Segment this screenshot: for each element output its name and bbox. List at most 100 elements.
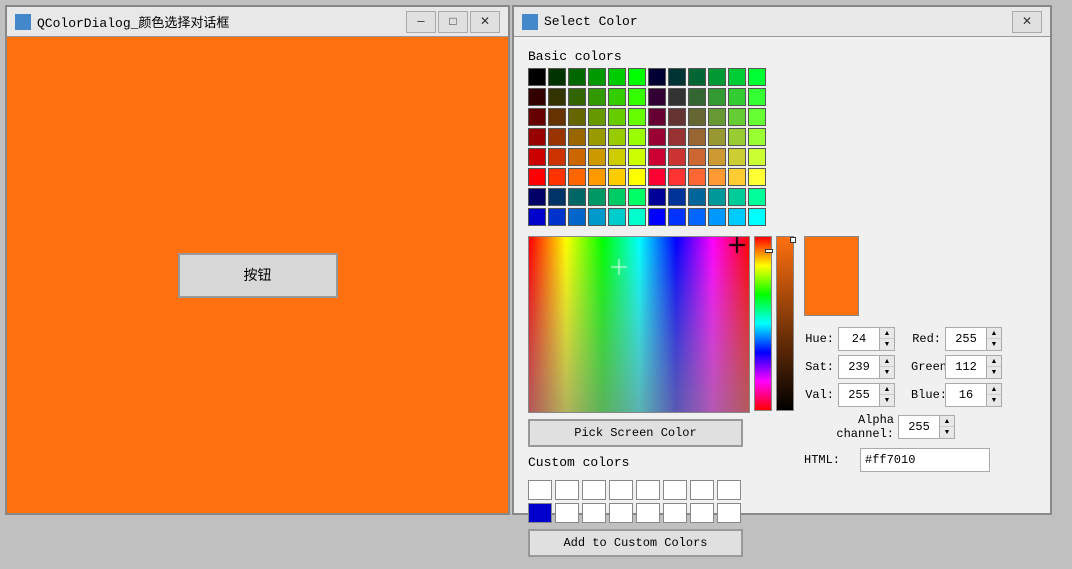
basic-color-swatch[interactable]	[628, 188, 646, 206]
sat-down[interactable]: ▼	[880, 367, 894, 378]
basic-color-swatch[interactable]	[728, 168, 746, 186]
custom-color-swatch[interactable]	[690, 480, 714, 500]
basic-color-swatch[interactable]	[548, 68, 566, 86]
basic-color-swatch[interactable]	[728, 148, 746, 166]
green-down[interactable]: ▼	[987, 367, 1001, 378]
basic-color-swatch[interactable]	[688, 188, 706, 206]
basic-color-swatch[interactable]	[748, 88, 766, 106]
basic-color-swatch[interactable]	[688, 108, 706, 126]
basic-color-swatch[interactable]	[588, 108, 606, 126]
basic-color-swatch[interactable]	[668, 188, 686, 206]
basic-color-swatch[interactable]	[548, 208, 566, 226]
basic-color-swatch[interactable]	[668, 208, 686, 226]
basic-color-swatch[interactable]	[568, 188, 586, 206]
basic-color-swatch[interactable]	[588, 88, 606, 106]
red-input[interactable]	[946, 328, 986, 350]
basic-color-swatch[interactable]	[608, 108, 626, 126]
basic-color-swatch[interactable]	[528, 88, 546, 106]
basic-color-swatch[interactable]	[528, 148, 546, 166]
basic-color-swatch[interactable]	[628, 208, 646, 226]
basic-color-swatch[interactable]	[748, 188, 766, 206]
basic-color-swatch[interactable]	[548, 108, 566, 126]
custom-color-swatch[interactable]	[528, 480, 552, 500]
basic-color-swatch[interactable]	[588, 168, 606, 186]
basic-color-swatch[interactable]	[568, 108, 586, 126]
basic-color-swatch[interactable]	[528, 208, 546, 226]
basic-color-swatch[interactable]	[588, 208, 606, 226]
brightness-bar[interactable]	[776, 236, 794, 411]
pick-screen-button[interactable]: Pick Screen Color	[528, 419, 743, 447]
basic-color-swatch[interactable]	[648, 208, 666, 226]
basic-color-swatch[interactable]	[728, 188, 746, 206]
basic-color-swatch[interactable]	[708, 68, 726, 86]
basic-color-swatch[interactable]	[548, 188, 566, 206]
minimize-button[interactable]: ─	[406, 11, 436, 33]
basic-color-swatch[interactable]	[608, 208, 626, 226]
basic-color-swatch[interactable]	[708, 148, 726, 166]
custom-color-swatch[interactable]	[555, 480, 579, 500]
basic-color-swatch[interactable]	[528, 108, 546, 126]
basic-color-swatch[interactable]	[568, 148, 586, 166]
basic-color-swatch[interactable]	[568, 68, 586, 86]
custom-color-swatch[interactable]	[636, 503, 660, 523]
basic-color-swatch[interactable]	[648, 168, 666, 186]
basic-color-swatch[interactable]	[688, 128, 706, 146]
main-button[interactable]: 按钮	[178, 253, 338, 298]
basic-color-swatch[interactable]	[588, 188, 606, 206]
basic-color-swatch[interactable]	[688, 68, 706, 86]
hue-bar[interactable]	[754, 236, 772, 411]
basic-color-swatch[interactable]	[648, 188, 666, 206]
basic-color-swatch[interactable]	[648, 68, 666, 86]
basic-color-swatch[interactable]	[748, 68, 766, 86]
basic-color-swatch[interactable]	[608, 68, 626, 86]
basic-color-swatch[interactable]	[688, 148, 706, 166]
hue-up[interactable]: ▲	[880, 328, 894, 339]
custom-color-swatch[interactable]	[717, 480, 741, 500]
basic-color-swatch[interactable]	[708, 208, 726, 226]
basic-color-swatch[interactable]	[668, 168, 686, 186]
basic-color-swatch[interactable]	[748, 208, 766, 226]
custom-color-swatch[interactable]	[555, 503, 579, 523]
basic-color-swatch[interactable]	[568, 128, 586, 146]
custom-color-swatch[interactable]	[636, 480, 660, 500]
basic-color-swatch[interactable]	[608, 88, 626, 106]
basic-color-swatch[interactable]	[588, 128, 606, 146]
hue-down[interactable]: ▼	[880, 339, 894, 350]
basic-color-swatch[interactable]	[608, 148, 626, 166]
basic-color-swatch[interactable]	[688, 88, 706, 106]
basic-color-swatch[interactable]	[708, 128, 726, 146]
maximize-button[interactable]: □	[438, 11, 468, 33]
hue-input[interactable]	[839, 328, 879, 350]
basic-color-swatch[interactable]	[728, 88, 746, 106]
basic-color-swatch[interactable]	[688, 168, 706, 186]
close-button[interactable]: ✕	[470, 11, 500, 33]
custom-color-swatch[interactable]	[609, 480, 633, 500]
basic-color-swatch[interactable]	[708, 108, 726, 126]
basic-color-swatch[interactable]	[528, 68, 546, 86]
basic-color-swatch[interactable]	[728, 128, 746, 146]
basic-color-swatch[interactable]	[668, 68, 686, 86]
basic-color-swatch[interactable]	[748, 128, 766, 146]
blue-input[interactable]	[946, 384, 986, 406]
custom-color-swatch[interactable]	[582, 503, 606, 523]
basic-color-swatch[interactable]	[728, 68, 746, 86]
custom-color-swatch[interactable]	[528, 503, 552, 523]
basic-color-swatch[interactable]	[648, 128, 666, 146]
basic-color-swatch[interactable]	[568, 168, 586, 186]
basic-color-swatch[interactable]	[548, 128, 566, 146]
basic-color-swatch[interactable]	[648, 88, 666, 106]
basic-color-swatch[interactable]	[528, 188, 546, 206]
custom-color-swatch[interactable]	[609, 503, 633, 523]
blue-down[interactable]: ▼	[987, 395, 1001, 406]
basic-color-swatch[interactable]	[628, 168, 646, 186]
alpha-up[interactable]: ▲	[940, 416, 954, 427]
basic-color-swatch[interactable]	[608, 188, 626, 206]
basic-color-swatch[interactable]	[608, 168, 626, 186]
custom-color-swatch[interactable]	[690, 503, 714, 523]
basic-color-swatch[interactable]	[668, 108, 686, 126]
custom-color-swatch[interactable]	[663, 480, 687, 500]
blue-up[interactable]: ▲	[987, 384, 1001, 395]
sat-input[interactable]	[839, 356, 879, 378]
basic-color-swatch[interactable]	[548, 168, 566, 186]
basic-color-swatch[interactable]	[648, 108, 666, 126]
